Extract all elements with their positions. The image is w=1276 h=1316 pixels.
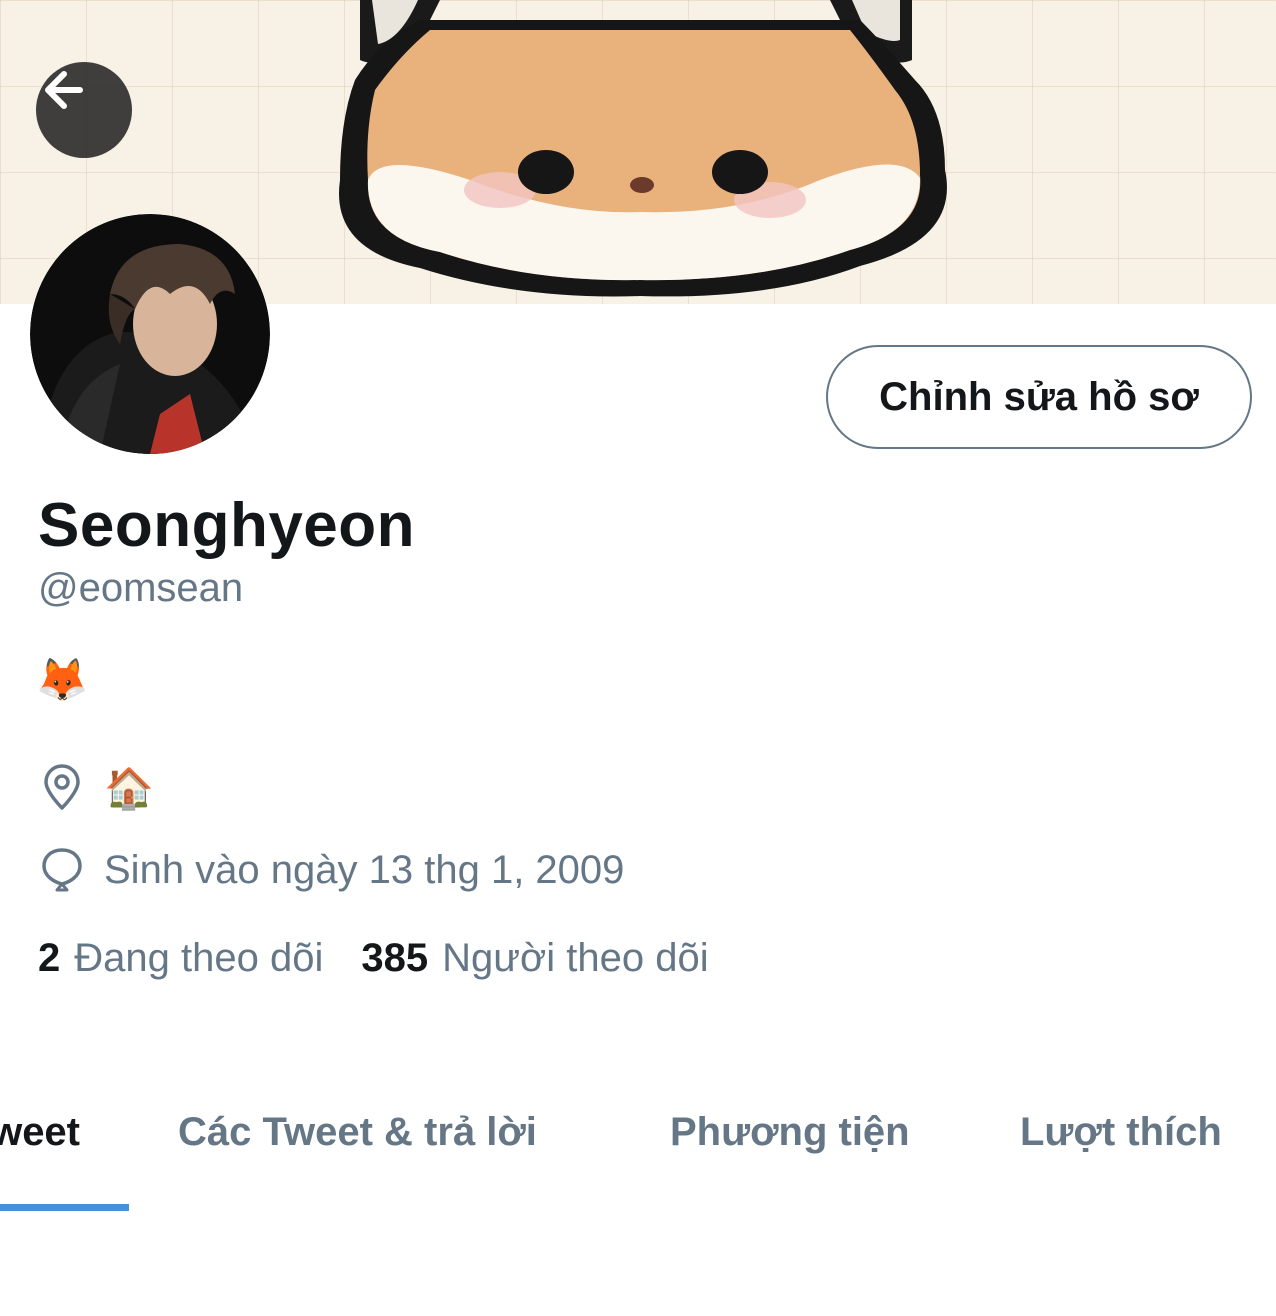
followers-count: 385 (361, 936, 429, 980)
tab-tweets[interactable]: Tweet (0, 1110, 80, 1155)
location-text: 🏠 (104, 766, 154, 811)
tab-tweets-and-replies[interactable]: Các Tweet & trả lời (178, 1110, 537, 1155)
map-pin-icon (38, 764, 86, 812)
following-label: Đang theo dõi (74, 936, 324, 980)
following-count: 2 (38, 936, 61, 980)
location-row: 🏠 (38, 764, 154, 812)
bio-text: 🦊 (36, 656, 89, 703)
birthday-text: Sinh vào ngày 13 thg 1, 2009 (104, 847, 625, 892)
user-handle: @eomsean (38, 566, 244, 610)
avatar[interactable] (30, 214, 270, 454)
display-name: Seonghyeon (38, 491, 416, 560)
birthday-row: Sinh vào ngày 13 thg 1, 2009 (38, 846, 624, 894)
tab-media[interactable]: Phương tiện (670, 1110, 910, 1155)
tab-likes[interactable]: Lượt thích (1020, 1110, 1222, 1155)
follow-stats: 2 Đang theo dõi 385 Người theo dõi (38, 936, 709, 981)
balloon-icon (38, 846, 86, 894)
back-button[interactable] (36, 62, 132, 158)
followers-link[interactable]: 385 Người theo dõi (361, 936, 708, 981)
avatar-photo (30, 214, 270, 454)
profile-tabs: Tweet Các Tweet & trả lời Phương tiện Lư… (0, 1104, 1276, 1214)
followers-label: Người theo dõi (442, 936, 709, 980)
edit-profile-button[interactable]: Chỉnh sửa hồ sơ (826, 345, 1252, 449)
active-tab-indicator (0, 1204, 129, 1211)
following-link[interactable]: 2 Đang theo dõi (38, 936, 323, 981)
arrow-left-icon (45, 71, 83, 109)
